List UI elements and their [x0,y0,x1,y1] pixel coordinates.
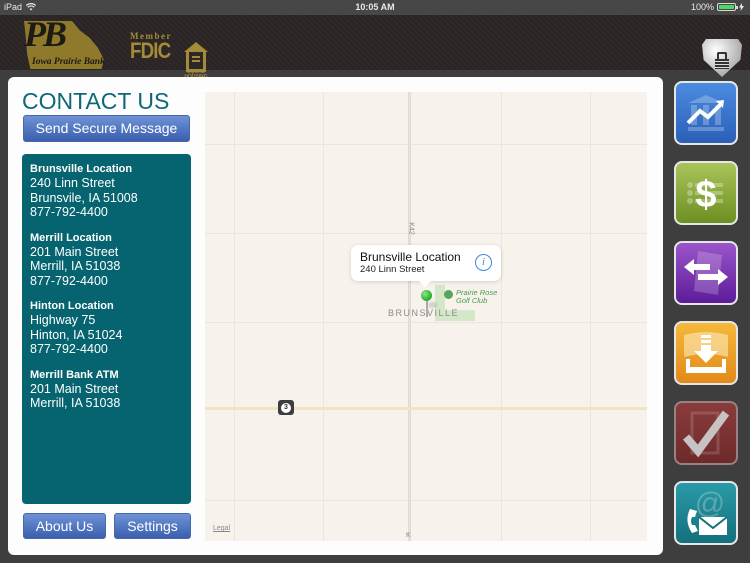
location-address: Highway 75 [30,313,96,327]
location-city: Merrill, IA 51038 [30,259,121,273]
nav-contact-button[interactable]: @ [674,481,738,545]
deposit-download-icon [684,332,728,373]
send-secure-message-button[interactable]: Send Secure Message [23,115,190,142]
location-address: 240 Linn Street [30,176,115,190]
nav-transfer-button[interactable] [674,241,738,305]
highway-3 [205,407,647,410]
location-phone[interactable]: 877-792-4400 [30,274,183,289]
location-phone[interactable]: 877-792-4400 [30,205,183,220]
contact-phone-mail-icon: @ [687,487,728,535]
poi-label-line2: Golf Club [456,296,488,305]
location-address: 201 Main Street [30,381,119,396]
map-road [234,92,235,541]
pin-shadow [428,302,437,308]
battery-percent: 100% [690,2,714,12]
settings-button[interactable]: Settings [114,513,191,539]
map-road [590,92,591,541]
location-name: Merrill Location [30,231,112,244]
highway-shield: 3 [278,400,294,415]
location-item[interactable]: Brunsville Location 240 Linn Street Brun… [30,162,183,220]
lock-shield-icon [715,52,729,69]
nav-bill-pay-button[interactable]: $ [674,161,738,225]
map-road [205,500,647,501]
svg-text:$: $ [695,174,716,216]
app-root: iPad 10:05 AM 100% PB Iowa Prairie Bank … [0,0,750,563]
location-item[interactable]: Hinton Location Highway 75 Hinton, IA 51… [30,299,183,357]
map-road [501,92,502,541]
about-us-button[interactable]: About Us [23,513,106,539]
logo-initials: PB [24,14,67,54]
road-label: K42 [407,222,415,235]
poi-golf-club[interactable]: Prairie Rose Golf Club [444,289,497,305]
location-item[interactable]: Merrill Bank ATM 201 Main Street Merrill… [30,368,183,411]
map-road [323,92,324,541]
svg-text:@: @ [695,487,725,520]
info-icon[interactable]: i [475,254,492,271]
app-header: PB Iowa Prairie Bank Member FDIC EQUAL H… [0,14,750,85]
highway-shield-number: 3 [281,402,291,413]
location-item[interactable]: Merrill Location 201 Main Street Merrill… [30,231,183,289]
town-label: BRUNSVILLE [388,308,460,318]
nav-deposit-button[interactable] [674,321,738,385]
location-city: Hinton, IA 51024 [30,327,123,342]
fdic-badge: Member FDIC [130,31,177,63]
page-title: CONTACT US [22,88,170,114]
bank-logo: PB Iowa Prairie Bank [20,14,106,70]
checklist-icon [682,410,730,458]
location-name: Merrill Bank ATM [30,368,119,381]
callout-subtitle: 240 Linn Street [360,264,425,275]
dollar-list-icon: $ [687,174,723,216]
map-road [205,144,647,145]
battery-icon [717,3,738,11]
location-address: 201 Main Street [30,244,119,259]
charging-icon [739,3,744,11]
map-road [205,322,647,323]
map-pin-icon[interactable] [421,290,432,301]
nav-accounts-button[interactable] [674,81,738,145]
equal-housing-lender-icon: EQUAL HOUSING LENDER [184,42,208,85]
map-view[interactable]: 3 K42 K Prairie Rose Golf Club BRUNSVILL… [205,92,647,541]
location-city: Merrill, IA 51038 [30,396,121,410]
status-bar: iPad 10:05 AM 100% [0,0,750,15]
location-phone[interactable]: 877-792-4400 [30,342,183,357]
accounts-chart-icon [686,95,724,131]
road-label-bottom: K [406,532,411,539]
location-name: Hinton Location [30,300,114,312]
location-city: Brunsvile, IA 51008 [30,190,138,205]
contact-panel: CONTACT US Send Secure Message Brunsvill… [8,77,663,555]
legal-link[interactable]: Legal [213,525,230,532]
callout-title: Brunsville Location [360,250,461,264]
golf-icon [444,290,453,299]
map-road [205,233,647,234]
fdic-label: FDIC [130,38,171,63]
location-name: Brunsville Location [30,163,133,175]
lock-button[interactable] [702,39,742,77]
nav-checklist-button[interactable] [674,401,738,465]
logo-name: Iowa Prairie Bank [32,57,105,67]
transfer-arrows-icon [684,251,728,295]
locations-list: Brunsville Location 240 Linn Street Brun… [22,154,191,504]
map-callout[interactable]: Brunsville Location 240 Linn Street i [351,245,501,287]
clock: 10:05 AM [355,2,395,12]
